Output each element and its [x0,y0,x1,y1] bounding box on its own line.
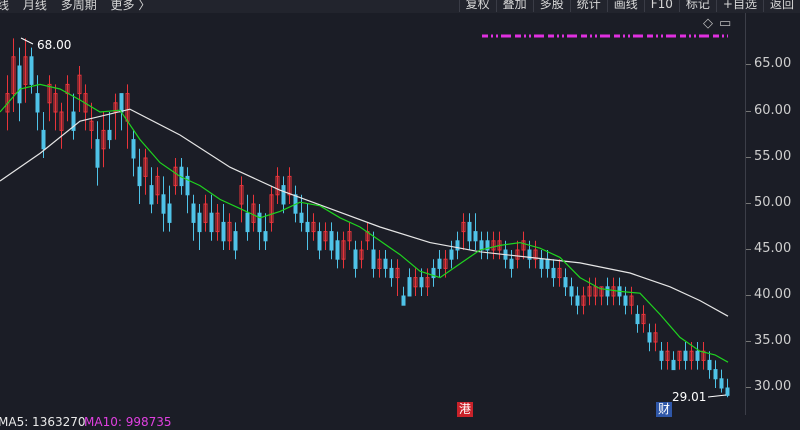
candle-body [539,258,544,269]
chart-tool-icons: ◇▭ [703,16,737,31]
candle-body [455,240,460,251]
candle-body [149,185,154,205]
candle-body [17,65,22,104]
candle-body [683,350,688,361]
price-tick: 50.00 [745,195,792,210]
candle-body [707,359,712,371]
ma5-value: MA5: 1363270 [0,415,86,429]
candle-body [209,212,214,233]
candle-body [635,313,640,325]
indicator-bar: MA5: 1363270 MA10: 998735 [0,415,800,430]
low-price-label: 29.01 [672,390,707,404]
candle-body [233,231,238,251]
candle-body [95,139,100,168]
price-tick: 45.00 [745,241,792,256]
candle-body [383,258,388,269]
candle-body [695,350,700,361]
candle-body [299,212,304,223]
candle-body [437,258,442,269]
candle-body [605,286,610,297]
candlestick-chart [0,34,730,398]
candle-body [197,212,202,233]
candle-body [329,231,334,251]
candle-body [623,295,628,306]
ma10-value: MA10: 998735 [84,415,172,429]
high-pointer [20,37,34,45]
candle-body [245,212,250,233]
candle-body [419,277,424,288]
price-tick: 30.00 [745,379,792,394]
low-pointer [707,394,727,398]
candle-body [257,212,262,233]
candle-body [473,231,478,242]
candle-body [647,332,652,343]
candle-body [29,56,34,85]
price-tick: 65.00 [745,56,792,71]
price-tick: 40.00 [745,287,792,302]
candle-body [575,295,580,306]
candle-body [719,378,724,389]
candle-body [467,221,472,242]
candle-body [137,166,142,187]
candle-body [317,231,322,251]
price-tick: 60.00 [745,103,792,118]
candle-body [659,350,664,361]
candle-body [41,129,46,150]
candle-body [449,249,454,260]
back-button[interactable]: 返回 [762,0,800,12]
candle-body [161,194,166,214]
candle-body [131,139,136,159]
candle-body [167,203,172,223]
candle-body [569,286,574,297]
candle-body [479,240,484,251]
candle-body [263,231,268,242]
hk-connect-badge[interactable]: 港 [457,402,474,417]
candle-body [221,221,226,242]
candle-body [281,185,286,205]
candle-body [107,129,112,141]
high-price-label: 68.00 [37,38,72,52]
diamond-icon[interactable]: ◇ [703,16,719,31]
price-tick: 55.00 [745,149,792,164]
candle-body [35,93,40,113]
candle-body [335,240,340,260]
candle-body [305,221,310,233]
candle-body [407,277,412,297]
candle-body [725,387,730,396]
candle-body [713,369,718,380]
candle-body [401,295,406,306]
candle-body [563,277,568,288]
window-icon[interactable]: ▭ [719,16,737,31]
financial-report-badge[interactable]: 财 [656,402,673,417]
candle-body [353,249,358,269]
candle-body [389,267,394,279]
price-axis: 65.00 60.00 55.00 50.00 45.00 40.00 35.0… [745,13,800,415]
candle-body [545,258,550,269]
candle-body [371,249,376,269]
candle-body [551,267,556,279]
price-tick: 35.00 [745,333,792,348]
candle-body [509,258,514,269]
candle-body [119,93,124,113]
candle-body [191,203,196,223]
candle-body [671,359,676,371]
